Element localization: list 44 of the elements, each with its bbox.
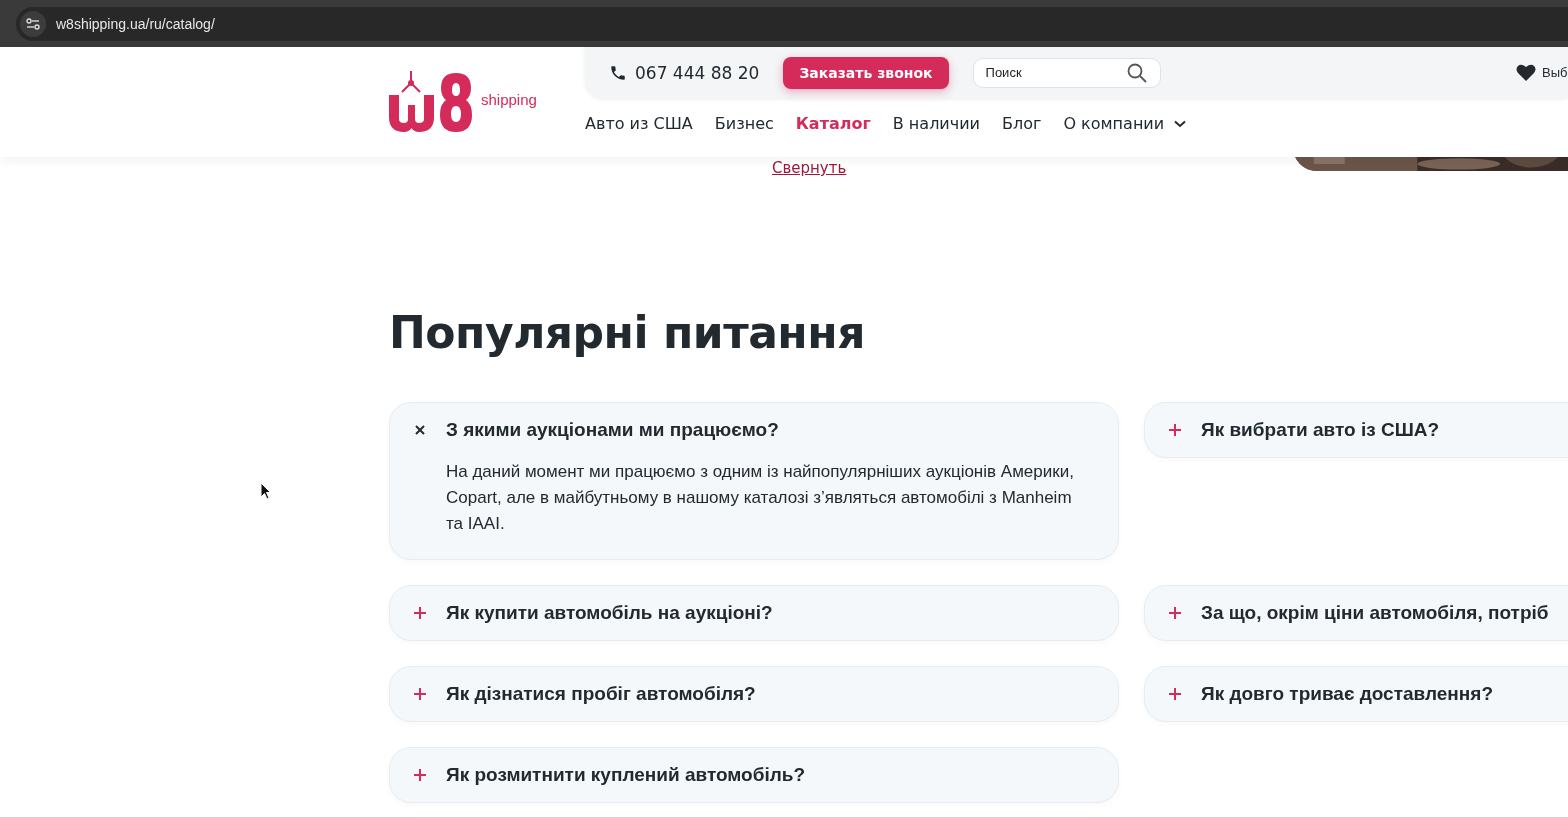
faq-item[interactable]: Як дізнатися пробіг автомобіля? (389, 666, 1119, 722)
phone-number[interactable]: 067 444 88 20 (635, 62, 760, 83)
url-text: w8shipping.ua/ru/catalog/ (56, 15, 215, 32)
plus-icon[interactable] (414, 688, 426, 700)
faq-item[interactable]: Як довго триває доставлення? (1144, 666, 1568, 722)
search-field[interactable]: Поиск (972, 57, 1161, 88)
plus-icon[interactable] (414, 607, 426, 619)
nav-link[interactable]: Авто из США (585, 114, 693, 133)
faq-item[interactable]: З якими аукціонами ми працюємо? На даний момент ми працюємо з одним із найпопулярніших аукціонів Америки, Copart, але в майбутньому в нашому каталозі з’являться автомобілі з Manheim та IAAI. (389, 402, 1119, 560)
faq-item[interactable]: Як вибрати авто із США? (1144, 402, 1568, 458)
faq-question: Як розмитнити куплений автомобіль? (446, 764, 806, 786)
nav-link[interactable]: Каталог (795, 114, 871, 133)
faq-question: Як довго триває доставлення? (1201, 683, 1493, 705)
collapse-link[interactable]: Свернуть (772, 159, 847, 177)
address-bar[interactable]: w8shipping.ua/ru/catalog/ (16, 6, 1568, 41)
faq-item[interactable]: Як купити автомобіль на аукціоні? (389, 585, 1119, 641)
faq-question: Як вибрати авто із США? (1201, 419, 1440, 441)
search-icon[interactable] (1126, 62, 1147, 83)
nav-link[interactable]: Бизнес (714, 114, 774, 133)
cursor-icon (260, 482, 271, 500)
faq-answer: На даний момент ми працюємо з одним із найпопулярніших аукціонів Америки, Copart, але в майбутньому в нашому каталозі з’являться автомобілі з Manheim та IAAI. (446, 461, 1075, 535)
section-title: Популярні питання (389, 307, 866, 358)
faq-item[interactable]: Як розмитнити куплений автомобіль? (389, 747, 1119, 803)
logo-text: shipping (481, 91, 537, 108)
heart-icon[interactable] (1516, 63, 1536, 82)
faq-question: За що, окрім ціни автомобіля, потріб (1201, 602, 1549, 624)
faq-item[interactable]: За що, окрім ціни автомобіля, потріб (1144, 585, 1568, 641)
faq-question: Як дізнатися пробіг автомобіля? (446, 683, 756, 705)
plus-icon[interactable] (1169, 424, 1181, 436)
nav-link[interactable]: О компании (1063, 114, 1187, 133)
close-icon[interactable] (414, 425, 426, 435)
phone-icon (609, 63, 627, 82)
faq-question: Як купити автомобіль на аукціоні? (446, 602, 773, 624)
plus-icon[interactable] (1169, 688, 1181, 700)
favorites-link[interactable]: Выб (1542, 65, 1568, 80)
faq-question: З якими аукціонами ми працюємо? (446, 419, 779, 441)
nav-link[interactable]: В наличии (892, 114, 980, 133)
logo-mark-icon (389, 71, 473, 133)
site-settings-icon[interactable] (20, 10, 46, 37)
callback-button[interactable]: Заказать звонок (783, 56, 949, 89)
logo[interactable]: shipping (389, 71, 585, 133)
plus-icon[interactable] (1169, 607, 1181, 619)
nav-link[interactable]: Блог (1002, 114, 1042, 133)
plus-icon[interactable] (414, 769, 426, 781)
